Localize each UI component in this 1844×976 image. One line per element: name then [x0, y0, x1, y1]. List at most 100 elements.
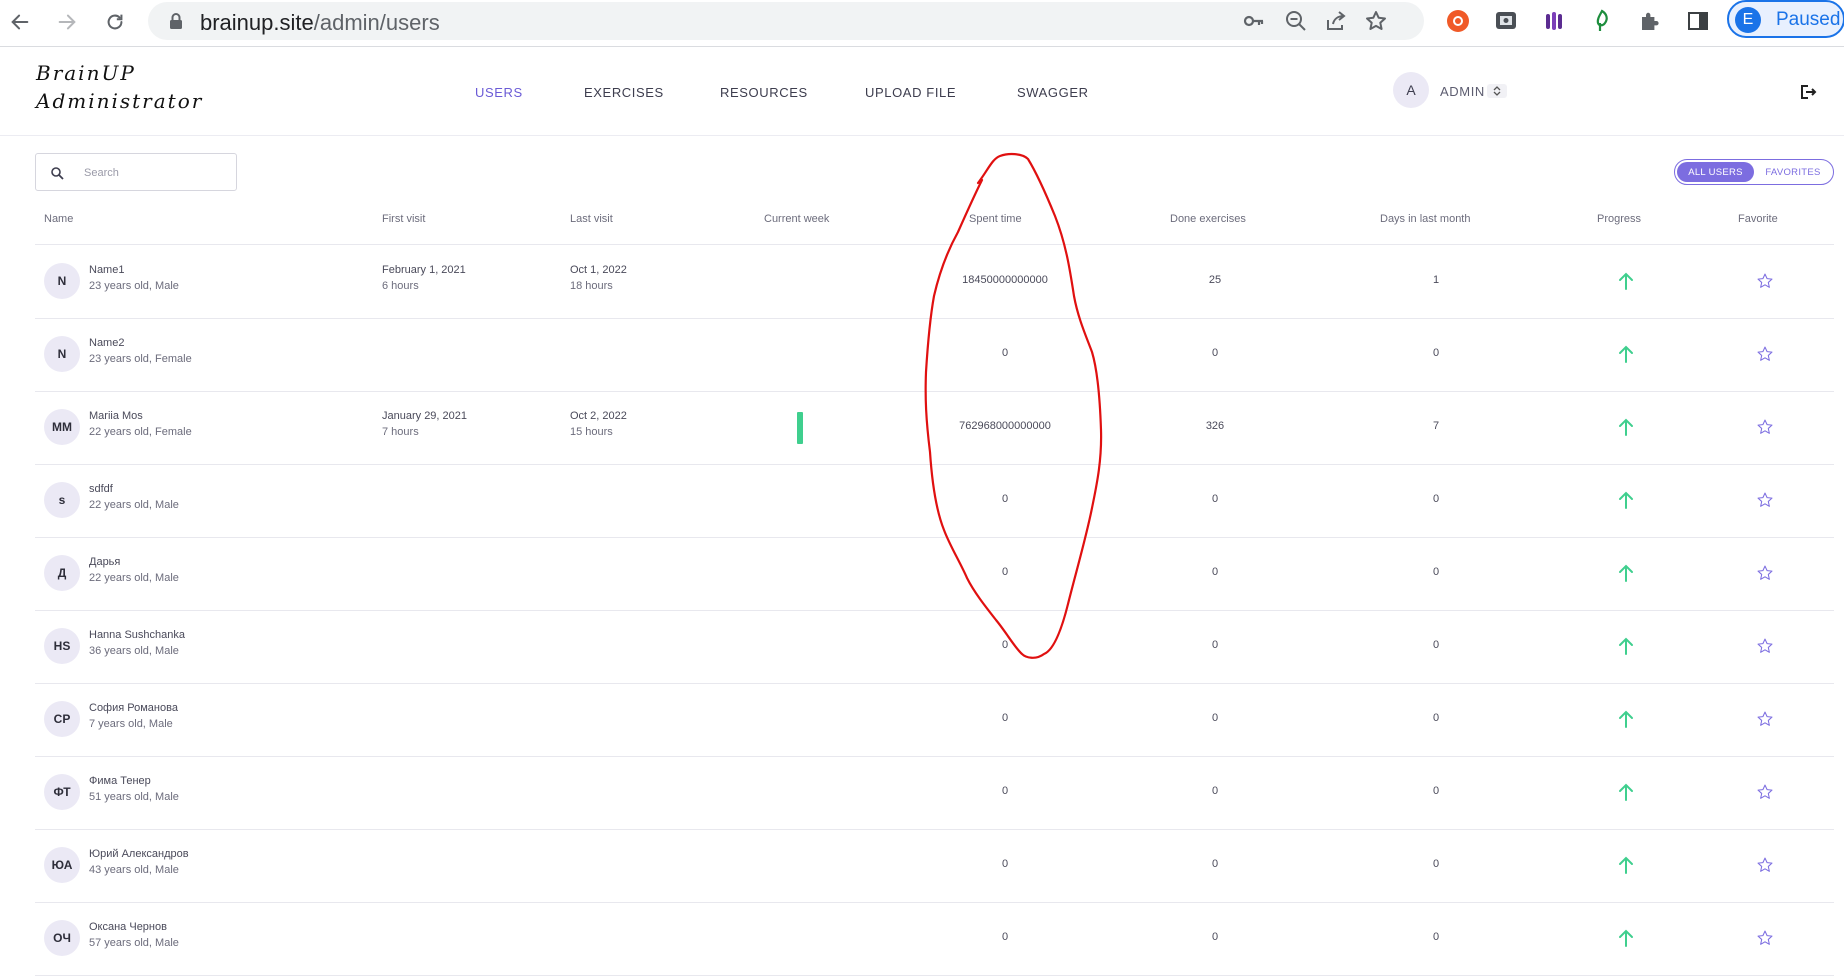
last-visit-hours: 15 hours — [570, 426, 613, 438]
done-exercises-value: 0 — [1211, 931, 1219, 943]
first-visit-hours: 6 hours — [382, 280, 419, 292]
zoom-button[interactable] — [1284, 9, 1308, 33]
star-icon — [1366, 11, 1386, 30]
user-meta: 57 years old, Male — [89, 937, 179, 949]
key-icon — [1243, 15, 1264, 27]
user-name[interactable]: Оксана Чернов — [89, 921, 167, 933]
table-row[interactable]: ЮА Юрий Александров 43 years old, Male 0 0 0 — [35, 829, 1834, 903]
admin-avatar[interactable]: A — [1393, 72, 1429, 108]
favorite-star-icon[interactable] — [1756, 418, 1774, 436]
search-icon — [51, 167, 64, 180]
favorite-star-icon[interactable] — [1756, 564, 1774, 582]
extension-screencast[interactable] — [1494, 9, 1518, 33]
last-visit-date: Oct 2, 2022 — [570, 410, 627, 422]
table-row[interactable]: СР София Романова 7 years old, Male 0 0 0 — [35, 683, 1834, 757]
done-exercises-value: 25 — [1208, 274, 1222, 286]
table-row[interactable]: N Name2 23 years old, Female 0 0 0 — [35, 318, 1834, 392]
user-name[interactable]: Name2 — [89, 337, 124, 349]
search-field[interactable] — [35, 153, 237, 191]
profile-button[interactable]: E Paused — [1727, 0, 1844, 38]
bookmark-button[interactable] — [1364, 9, 1388, 33]
favorite-star-icon[interactable] — [1756, 272, 1774, 290]
table-row[interactable]: HS Hanna Sushchanka 36 years old, Male 0 0 0 — [35, 610, 1834, 684]
extension-green[interactable] — [1590, 9, 1614, 33]
user-meta: 22 years old, Female — [89, 426, 192, 438]
spent-time-value: 0 — [1001, 347, 1009, 359]
arrow-up-icon — [1619, 637, 1633, 655]
reload-icon — [107, 14, 123, 30]
done-exercises-value: 0 — [1211, 566, 1219, 578]
table-row[interactable]: s sdfdf 22 years old, Male 0 0 0 — [35, 464, 1834, 538]
favorite-star-icon[interactable] — [1756, 929, 1774, 947]
extension-purple[interactable] — [1542, 9, 1566, 33]
extensions-button[interactable] — [1638, 9, 1662, 33]
password-key-button[interactable] — [1242, 9, 1266, 33]
share-button[interactable] — [1324, 9, 1348, 33]
col-header-last-visit[interactable]: Last visit — [570, 213, 613, 225]
user-avatar: MM — [44, 409, 80, 445]
arrow-up-icon — [1619, 856, 1633, 874]
back-button[interactable] — [3, 5, 37, 39]
days-last-month-value: 0 — [1432, 566, 1440, 578]
favorite-star-icon[interactable] — [1756, 491, 1774, 509]
user-name[interactable]: Дарья — [89, 556, 120, 568]
user-name[interactable]: Mariia Mos — [89, 410, 143, 422]
user-name[interactable]: София Романова — [89, 702, 178, 714]
table-row[interactable]: ФТ Фима Тенер 51 years old, Male 0 0 0 — [35, 756, 1834, 830]
arrow-up-icon — [1619, 929, 1633, 947]
table-row[interactable]: N Name1 23 years old, Male February 1, 2021… — [35, 245, 1834, 319]
logout-button[interactable] — [1799, 83, 1817, 101]
done-exercises-value: 0 — [1211, 712, 1219, 724]
favorite-star-icon[interactable] — [1756, 637, 1774, 655]
arrow-right-icon — [58, 14, 76, 30]
col-header-spent-time[interactable]: Spent time — [969, 213, 1022, 225]
favorite-star-icon[interactable] — [1756, 783, 1774, 801]
done-exercises-value: 0 — [1211, 493, 1219, 505]
col-header-current-week[interactable]: Current week — [764, 213, 829, 225]
nav-upload-file[interactable]: UPLOAD FILE — [865, 85, 956, 100]
filter-favorites[interactable]: FAVORITES — [1755, 162, 1831, 182]
col-header-favorite[interactable]: Favorite — [1738, 213, 1778, 225]
favorite-star-icon[interactable] — [1756, 856, 1774, 874]
arrow-up-icon — [1619, 564, 1633, 582]
nav-swagger[interactable]: SWAGGER — [1017, 85, 1089, 100]
days-last-month-value: 1 — [1432, 274, 1440, 286]
brainup-logo[interactable]: BrainUP Administrator — [36, 59, 203, 115]
table-row[interactable]: Д Дарья 22 years old, Male 0 0 0 — [35, 537, 1834, 611]
side-panel-button[interactable] — [1686, 9, 1710, 33]
admin-menu-toggle[interactable] — [1487, 84, 1507, 98]
nav-users[interactable]: USERS — [475, 85, 523, 100]
user-avatar: HS — [44, 628, 80, 664]
screen-record-icon — [1496, 12, 1516, 29]
forward-button[interactable] — [50, 5, 84, 39]
col-header-days-last-month[interactable]: Days in last month — [1380, 213, 1470, 225]
admin-menu-label[interactable]: ADMIN — [1440, 84, 1485, 99]
col-header-done-exercises[interactable]: Done exercises — [1170, 213, 1246, 225]
user-avatar: ОЧ — [44, 920, 80, 956]
reload-button[interactable] — [98, 5, 132, 39]
search-input[interactable] — [82, 163, 226, 183]
address-bar[interactable]: brainup.site/admin/users — [148, 2, 1424, 40]
url-text: brainup.site/admin/users — [200, 10, 440, 36]
nav-resources[interactable]: RESOURCES — [720, 85, 808, 100]
user-name[interactable]: Фима Тенер — [89, 775, 151, 787]
user-name[interactable]: Hanna Sushchanka — [89, 629, 185, 641]
extension-orange[interactable] — [1446, 9, 1470, 33]
user-avatar: s — [44, 482, 80, 518]
filter-all-users[interactable]: ALL USERS — [1677, 162, 1754, 182]
spent-time-value: 0 — [1001, 785, 1009, 797]
col-header-name[interactable]: Name — [44, 213, 73, 225]
favorite-star-icon[interactable] — [1756, 345, 1774, 363]
user-name[interactable]: Name1 — [89, 264, 124, 276]
favorite-star-icon[interactable] — [1756, 710, 1774, 728]
lock-icon — [170, 13, 182, 29]
user-name[interactable]: sdfdf — [89, 483, 113, 495]
days-last-month-value: 0 — [1432, 785, 1440, 797]
table-row[interactable]: ОЧ Оксана Чернов 57 years old, Male 0 0 0 — [35, 902, 1834, 976]
col-header-first-visit[interactable]: First visit — [382, 213, 425, 225]
col-header-progress[interactable]: Progress — [1597, 213, 1641, 225]
nav-exercises[interactable]: EXERCISES — [584, 85, 664, 100]
user-name[interactable]: Юрий Александров — [89, 848, 189, 860]
table-row[interactable]: MM Mariia Mos 22 years old, Female January … — [35, 391, 1834, 465]
user-meta: 7 years old, Male — [89, 718, 173, 730]
